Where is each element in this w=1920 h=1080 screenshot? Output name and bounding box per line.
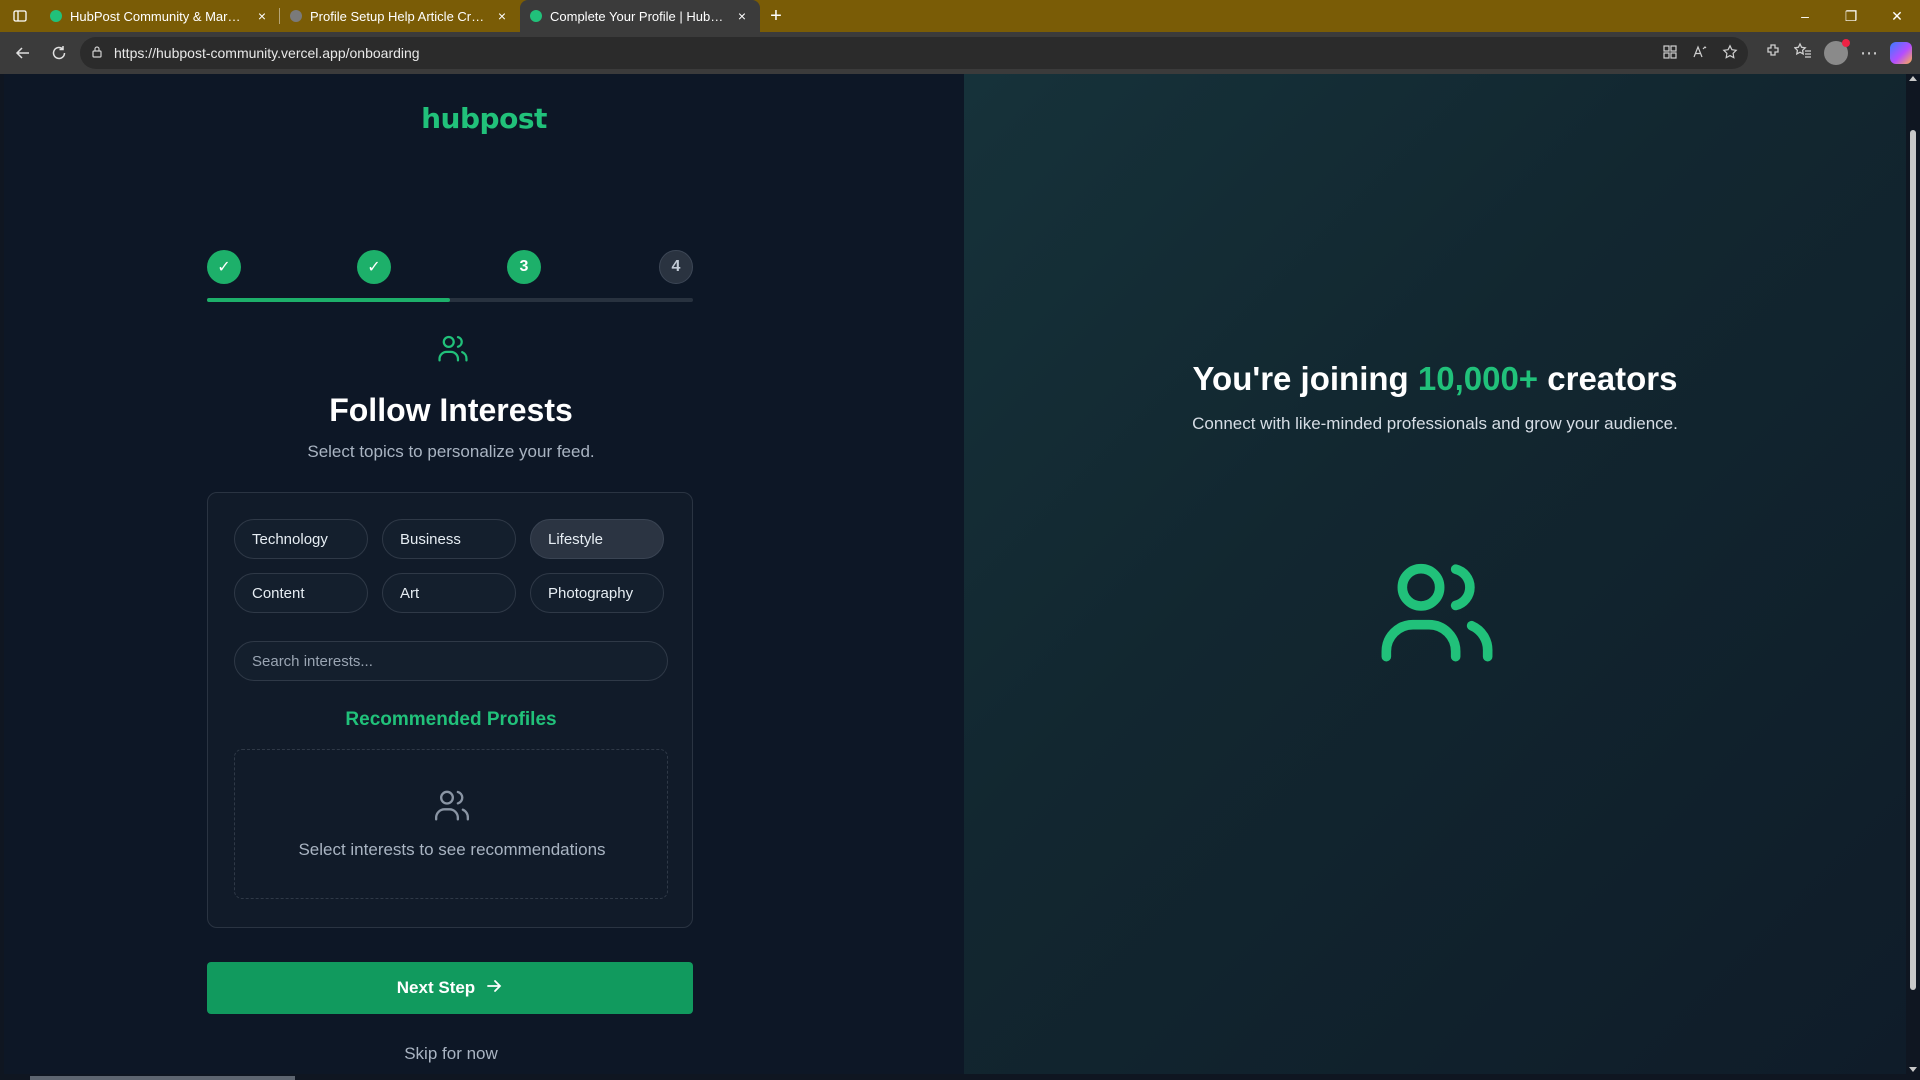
tab-title: Complete Your Profile | HubPost C <box>550 8 726 24</box>
users-icon <box>436 332 470 366</box>
more-options-icon[interactable]: ⋯ <box>1860 43 1878 64</box>
favorite-star-icon[interactable] <box>1722 43 1738 63</box>
window-controls: – ❐ ✕ <box>1782 0 1920 32</box>
hubpost-logo[interactable]: hubpost <box>4 102 964 135</box>
hero-title: You're joining 10,000+ creators <box>964 360 1906 398</box>
extensions-icon[interactable] <box>1764 42 1782 65</box>
scroll-thumb[interactable] <box>1910 130 1916 990</box>
hero-title-pre: You're joining <box>1192 360 1418 397</box>
recommended-profiles-heading: Recommended Profiles <box>345 709 557 730</box>
progress-track <box>207 298 693 302</box>
page-scrollbar[interactable] <box>1906 74 1920 1074</box>
tab-close-icon[interactable]: × <box>494 8 510 24</box>
recommendations-empty-state: Select interests to see recommendations <box>234 749 668 899</box>
refresh-icon[interactable] <box>44 38 74 68</box>
lock-icon[interactable] <box>90 45 104 62</box>
profile-avatar[interactable] <box>1824 39 1850 65</box>
next-step-button[interactable]: Next Step <box>207 962 693 1014</box>
recommendations-empty-text: Select interests to see recommendations <box>298 840 606 859</box>
new-tab-button[interactable]: + <box>760 0 792 32</box>
step-4-pending: 4 <box>659 250 693 284</box>
interest-chip-art[interactable]: Art <box>382 573 516 613</box>
search-interests-input[interactable] <box>234 641 668 681</box>
url-actions <box>1662 43 1738 63</box>
interest-chip-business[interactable]: Business <box>382 519 516 559</box>
browser-tab-1[interactable]: Profile Setup Help Article Creatio × <box>280 0 520 32</box>
tab-title: Profile Setup Help Article Creatio <box>310 8 486 24</box>
interest-chips: Technology Business Lifestyle Content Ar… <box>234 519 668 613</box>
page-viewport: hubpost ✓ ✓ 3 4 Follow Interests Select … <box>4 74 1906 1074</box>
step-3-current: 3 <box>507 250 541 284</box>
tab-actions-icon[interactable] <box>0 0 40 32</box>
hero-title-accent: 10,000+ <box>1417 360 1539 397</box>
browser-toolbar: ⋯ <box>1754 39 1912 65</box>
arrow-right-icon <box>485 977 503 1000</box>
favicon-icon <box>50 10 62 22</box>
step-1-complete: ✓ <box>207 250 241 284</box>
browser-tab-0[interactable]: HubPost Community & Marketpl × <box>40 0 280 32</box>
next-step-label: Next Step <box>396 978 476 997</box>
page-title: Follow Interests <box>329 392 573 428</box>
copilot-icon[interactable] <box>1890 42 1912 64</box>
scroll-up-icon[interactable] <box>1909 76 1917 81</box>
app-available-icon[interactable] <box>1662 44 1678 63</box>
back-icon[interactable] <box>8 38 38 68</box>
favicon-icon <box>290 10 302 22</box>
horizontal-scroll-indicator <box>30 1076 295 1080</box>
skip-for-now-link[interactable]: Skip for now <box>4 1044 898 1064</box>
onboarding-form-pane: hubpost ✓ ✓ 3 4 Follow Interests Select … <box>4 74 964 1074</box>
users-icon <box>432 786 472 826</box>
tab-title: HubPost Community & Marketpl <box>70 8 246 24</box>
hero-title-post: creators <box>1538 360 1678 397</box>
browser-tab-bar: HubPost Community & Marketpl × Profile S… <box>0 0 1920 32</box>
hero-subtitle: Connect with like-minded professionals a… <box>1192 414 1678 433</box>
scroll-down-icon[interactable] <box>1909 1067 1917 1072</box>
interests-card: Technology Business Lifestyle Content Ar… <box>207 492 693 928</box>
favorites-icon[interactable] <box>1793 42 1812 65</box>
url-bar[interactable]: https://hubpost-community.vercel.app/onb… <box>80 37 1748 69</box>
interest-chip-technology[interactable]: Technology <box>234 519 368 559</box>
minimize-button[interactable]: – <box>1782 0 1828 32</box>
browser-address-bar: https://hubpost-community.vercel.app/onb… <box>0 32 1920 74</box>
url-text: https://hubpost-community.vercel.app/onb… <box>114 45 420 61</box>
onboarding-stepper: ✓ ✓ 3 4 <box>207 250 693 310</box>
read-aloud-icon[interactable] <box>1692 44 1708 63</box>
tab-close-icon[interactable]: × <box>734 8 750 24</box>
users-icon <box>1373 550 1501 678</box>
interest-chip-photography[interactable]: Photography <box>530 573 664 613</box>
restore-button[interactable]: ❐ <box>1828 0 1874 32</box>
interest-chip-lifestyle[interactable]: Lifestyle <box>530 519 664 559</box>
browser-tab-2[interactable]: Complete Your Profile | HubPost C × <box>520 0 760 32</box>
step-2-complete: ✓ <box>357 250 391 284</box>
page-subtitle: Select topics to personalize your feed. <box>307 442 595 461</box>
interest-chip-content[interactable]: Content <box>234 573 368 613</box>
hero-pane: You're joining 10,000+ creators Connect … <box>964 74 1906 1074</box>
favicon-icon <box>530 10 542 22</box>
progress-fill <box>207 298 450 302</box>
tab-close-icon[interactable]: × <box>254 8 270 24</box>
close-window-button[interactable]: ✕ <box>1874 0 1920 32</box>
